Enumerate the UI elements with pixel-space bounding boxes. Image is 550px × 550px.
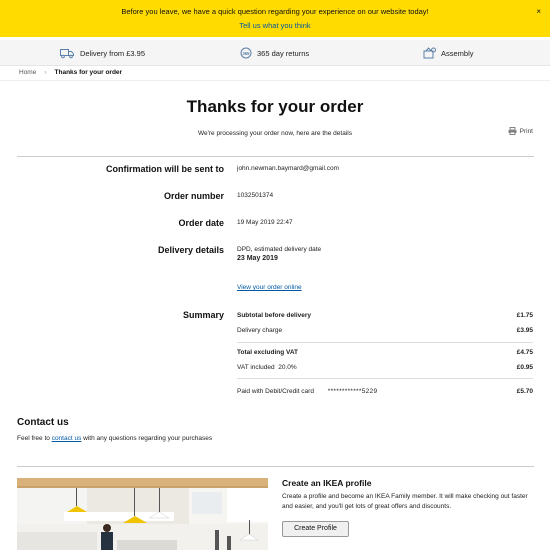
view-order-link[interactable]: View your order online — [237, 284, 302, 291]
summary-total-row: Total excluding VAT £4.75 — [237, 349, 533, 356]
contact-heading: Contact us — [17, 417, 69, 428]
confirmation-email: john.newman.baymard@gmail.com — [237, 165, 339, 172]
usp-returns: 365 365 day returns — [240, 46, 309, 60]
usp-assembly: Assembly — [423, 46, 474, 60]
delivery-method: DPD, estimated delivery date — [237, 246, 322, 253]
usp-returns-label: 365 day returns — [257, 48, 310, 58]
feedback-message: Before you leave, we have a quick questi… — [121, 7, 429, 16]
returns-icon: 365 — [240, 47, 252, 59]
printer-icon — [508, 127, 517, 135]
create-profile-button[interactable]: Create Profile — [282, 521, 349, 537]
vat-label-group: VAT included 20.0% — [237, 364, 297, 371]
divider — [0, 80, 550, 81]
truck-icon — [60, 48, 74, 58]
vat-value: £0.95 — [516, 364, 533, 371]
contact-text-after: with any questions regarding your purcha… — [81, 435, 213, 442]
order-number-value: 1032501374 — [237, 192, 274, 199]
usp-delivery-label: Delivery from £3.95 — [80, 48, 146, 58]
divider — [17, 156, 534, 157]
profile-heading: Create an IKEA profile — [282, 478, 372, 488]
delivery-details-value: DPD, estimated delivery date 23 May 2019 — [237, 246, 321, 262]
subtotal-label: Subtotal before delivery — [237, 312, 312, 319]
divider — [237, 378, 533, 379]
order-number-label: Order number — [163, 191, 224, 201]
vat-rate: 20.0% — [278, 364, 297, 371]
page-title: Thanks for your order — [186, 97, 364, 116]
summary-delivery-row: Delivery charge £3.95 — [237, 327, 533, 334]
paid-label-group: Paid with Debit/Credit card ************… — [237, 388, 377, 395]
usp-assembly-label: Assembly — [441, 48, 474, 58]
print-label: Print — [519, 127, 533, 135]
contact-text-before: Feel free to — [17, 435, 52, 442]
summary-subtotal-row: Subtotal before delivery £1.75 — [237, 312, 533, 319]
print-button[interactable]: Print — [508, 127, 533, 135]
paid-value: £5.70 — [516, 388, 533, 395]
vat-label: VAT included — [237, 364, 275, 371]
feedback-banner: Before you leave, we have a quick questi… — [0, 0, 550, 37]
total-label: Total excluding VAT — [237, 349, 299, 356]
total-value: £4.75 — [516, 349, 533, 356]
order-date-value: 19 May 2019 22:47 — [237, 219, 293, 226]
contact-us-link[interactable]: contact us — [52, 435, 82, 442]
summary-vat-row: VAT included 20.0% £0.95 — [237, 364, 533, 371]
divider — [237, 342, 533, 343]
summary-paid-row: Paid with Debit/Credit card ************… — [237, 388, 533, 395]
card-number: ************5229 — [327, 388, 378, 395]
usp-bar: Delivery from £3.95 365 365 day returns … — [0, 40, 550, 66]
breadcrumb-current: Thanks for your order — [54, 69, 123, 76]
confirmation-label: Confirmation will be sent to — [105, 164, 224, 174]
delivery-charge-label: Delivery charge — [237, 327, 283, 334]
delivery-details-label: Delivery details — [157, 245, 224, 255]
chevron-right-icon: › — [44, 69, 47, 76]
breadcrumb: Home › Thanks for your order — [19, 69, 122, 76]
order-date-label: Order date — [178, 218, 224, 228]
page-subtitle: We're processing your order now, here ar… — [198, 130, 352, 137]
kitchen-photo — [17, 478, 268, 550]
breadcrumb-home[interactable]: Home — [19, 69, 36, 76]
profile-text: Create a profile and become an IKEA Fami… — [282, 493, 528, 510]
divider — [17, 466, 534, 467]
assembly-icon — [423, 47, 436, 59]
paid-label: Paid with Debit/Credit card — [237, 388, 314, 395]
svg-text:365: 365 — [243, 51, 251, 56]
kitchen-illustration — [17, 478, 268, 550]
close-icon[interactable]: × — [536, 7, 541, 16]
delivery-charge-value: £3.95 — [516, 327, 533, 334]
usp-delivery: Delivery from £3.95 — [60, 46, 145, 60]
delivery-date: 23 May 2019 — [237, 255, 278, 262]
summary-label: Summary — [182, 310, 224, 320]
contact-text: Feel free to contact us with any questio… — [17, 435, 212, 442]
feedback-link[interactable]: Tell us what you think — [0, 21, 550, 30]
subtotal-value: £1.75 — [516, 312, 533, 319]
